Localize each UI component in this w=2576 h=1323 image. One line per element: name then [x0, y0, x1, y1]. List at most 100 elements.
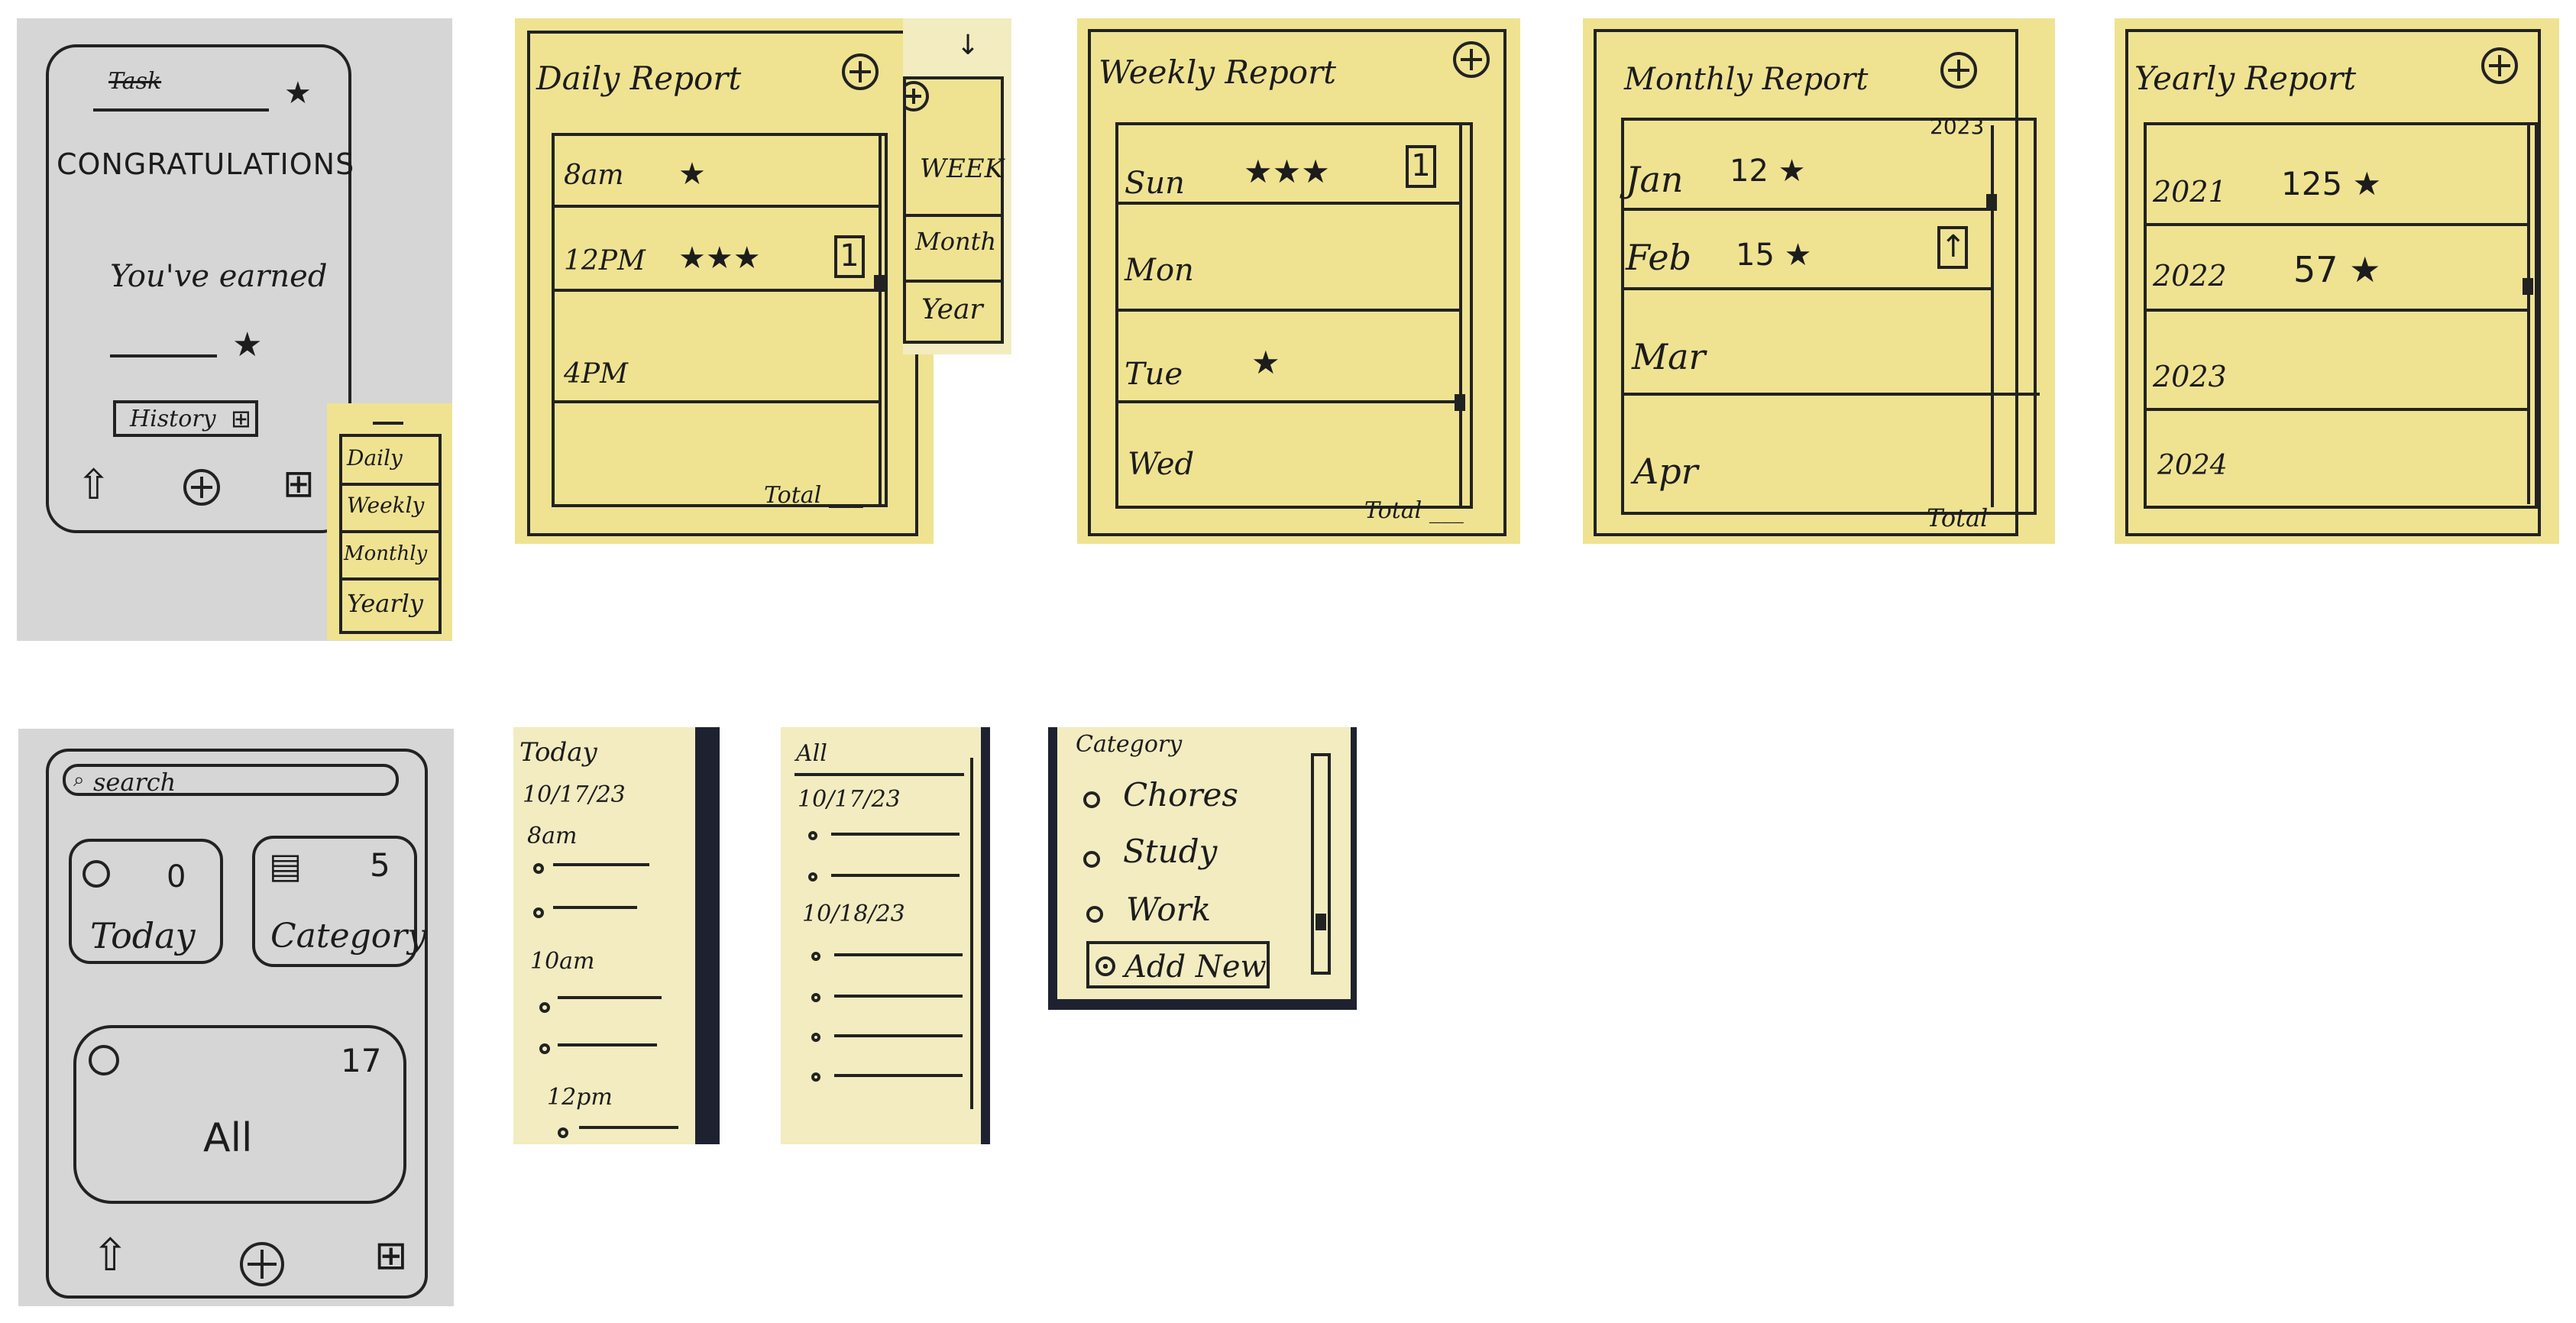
count-badge: ↑ — [1937, 226, 1968, 269]
checkbox[interactable] — [533, 907, 544, 918]
category-radio[interactable] — [1086, 906, 1103, 923]
menu-item-monthly[interactable]: Monthly — [344, 544, 427, 564]
title-divider — [794, 773, 964, 776]
home-icon[interactable]: ⇧ — [76, 464, 111, 506]
menu-divider — [339, 483, 442, 486]
date-label: 10/18/23 — [802, 901, 905, 927]
total-label: Total ___ — [1364, 497, 1464, 524]
row-divider — [555, 205, 879, 208]
checkbox[interactable] — [811, 952, 820, 961]
scrollbar-track[interactable] — [970, 758, 973, 1109]
row-label: Mon — [1125, 253, 1194, 288]
row-value: 57 ★ — [2293, 249, 2381, 290]
row-stars: ★ — [678, 157, 706, 192]
task-line — [558, 996, 662, 999]
checkbox[interactable] — [808, 872, 817, 881]
tray-icon — [89, 1045, 119, 1076]
task-line — [553, 863, 649, 866]
checkbox[interactable] — [808, 831, 817, 840]
category-list-backing: Category Chores Study Work Add New — [1048, 727, 1357, 1010]
scrollbar-thumb[interactable] — [2523, 278, 2533, 295]
category-title: Category — [1076, 731, 1183, 758]
category-radio[interactable] — [1083, 851, 1100, 868]
weekly-report-note: Weekly Report Sun ★★★ 1 Mon Tue ★ Wed To… — [1077, 18, 1520, 544]
row-label: 2024 — [2157, 450, 2228, 481]
row-label: Jan — [1626, 159, 1684, 200]
yearly-report-note: Yearly Report 2021 125 ★ 2022 57 ★ 2023 … — [2115, 18, 2559, 544]
weekly-report-title: Weekly Report — [1099, 53, 1337, 91]
history-menu-note: Daily Weekly Monthly Yearly — [327, 403, 452, 640]
row-label: 4PM — [564, 358, 628, 390]
checkbox[interactable] — [811, 993, 820, 1002]
row-stars: ★ — [1251, 344, 1280, 381]
scrollbar-thumb[interactable] — [1316, 914, 1326, 930]
menu-item-daily[interactable]: Daily — [347, 448, 403, 469]
checkbox[interactable] — [539, 1043, 550, 1054]
category-item-chores[interactable]: Chores — [1123, 779, 1238, 811]
category-card[interactable]: ▤ 5 Category — [252, 836, 426, 967]
scrollbar-track[interactable] — [2527, 125, 2530, 504]
add-icon[interactable] — [1940, 52, 1977, 89]
add-icon[interactable] — [240, 1242, 284, 1286]
add-new-button[interactable]: Add New — [1086, 941, 1270, 988]
add-new-label: Add New — [1125, 949, 1267, 985]
star-icon[interactable]: ★ — [284, 78, 312, 108]
today-card[interactable]: 0 Today — [69, 839, 223, 964]
checkbox[interactable] — [558, 1127, 568, 1138]
menu-item-yearly[interactable]: Yearly — [347, 591, 423, 616]
task-line — [579, 1126, 678, 1129]
row-divider — [1624, 208, 1991, 211]
history-button[interactable]: History ⊞ — [113, 400, 258, 437]
category-label: Category — [270, 917, 427, 956]
add-icon[interactable] — [183, 469, 220, 506]
calendar-icon — [83, 860, 110, 888]
tab-year[interactable]: Year — [921, 296, 983, 324]
row-divider — [2147, 309, 2527, 312]
category-radio[interactable] — [1083, 791, 1100, 808]
row-divider — [1118, 202, 1459, 205]
home-paper: ⌕ search 0 Today ▤ 5 Category 17 All ⇧ ⊞ — [18, 729, 454, 1306]
scrollbar-track[interactable] — [879, 133, 882, 507]
add-icon[interactable] — [1453, 41, 1490, 78]
daily-report-title: Daily Report — [536, 60, 742, 97]
row-label: Tue — [1125, 357, 1183, 392]
checkbox[interactable] — [811, 1033, 820, 1042]
row-stars: ★★★ — [1244, 153, 1330, 190]
grid-nav-icon[interactable]: ⊞ — [374, 1236, 408, 1276]
checkbox[interactable] — [811, 1072, 820, 1082]
count-badge: 1 — [834, 235, 865, 278]
scrollbar-track[interactable] — [1991, 125, 1994, 507]
row-label: Wed — [1128, 447, 1195, 482]
home-icon[interactable]: ⇧ — [92, 1233, 129, 1277]
today-list-backing: Today 10/17/23 8am 10am 12pm — [513, 727, 720, 1144]
row-value: 12 ★ — [1730, 154, 1806, 189]
task-line — [558, 1043, 657, 1046]
scrollbar-track[interactable] — [1311, 753, 1331, 975]
scrollbar-track[interactable] — [1459, 122, 1462, 509]
history-button-label: History — [130, 406, 216, 432]
category-list-note: Category Chores Study Work Add New — [1057, 727, 1351, 999]
grid-nav-icon[interactable]: ⊞ — [283, 464, 315, 503]
daily-report-note: Daily Report 8am ★ 12PM ★★★ 1 4PM Total … — [515, 18, 934, 544]
task-line — [834, 1074, 963, 1077]
time-group-label: 10am — [530, 948, 595, 975]
year-label: 2023 — [1930, 114, 1985, 139]
total-label: Total — [1927, 503, 1989, 532]
search-icon: ⌕ — [73, 768, 85, 791]
checkbox[interactable] — [533, 863, 544, 874]
add-icon[interactable] — [2481, 47, 2518, 84]
row-divider — [2147, 408, 2527, 411]
tab-week[interactable]: WEEK — [920, 156, 1004, 182]
period-tab-note: ↓ WEEK Month Year — [903, 18, 1011, 354]
row-label: 12PM — [564, 245, 646, 277]
category-item-study[interactable]: Study — [1123, 836, 1217, 868]
search-input[interactable]: ⌕ search — [63, 764, 399, 796]
add-icon[interactable] — [842, 53, 879, 90]
menu-item-weekly[interactable]: Weekly — [347, 495, 424, 516]
category-item-work[interactable]: Work — [1126, 894, 1211, 926]
checkbox[interactable] — [539, 1002, 550, 1013]
task-label: Task — [108, 68, 162, 95]
tab-month[interactable]: Month — [915, 229, 996, 254]
row-label: 2021 — [2153, 175, 2227, 209]
all-card[interactable]: 17 All — [73, 1025, 406, 1204]
